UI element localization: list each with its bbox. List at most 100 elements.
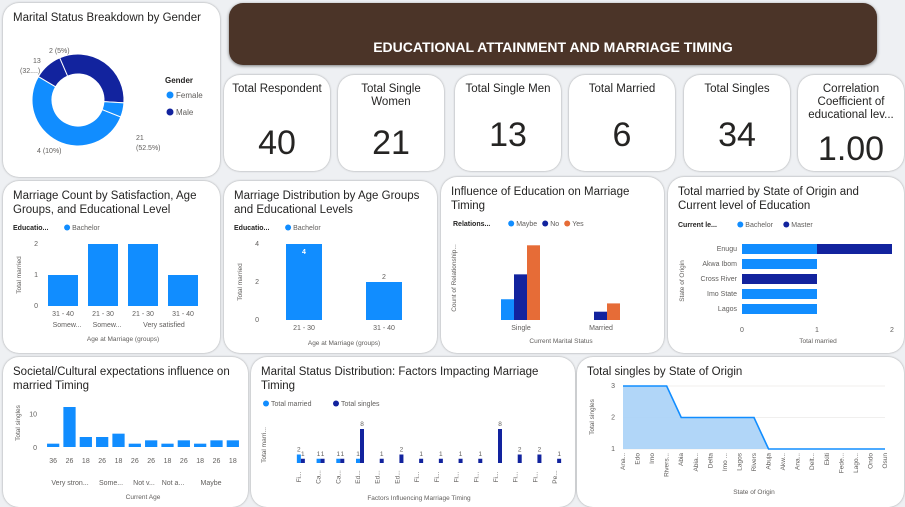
bar [112,433,125,447]
singles-state-card[interactable]: Total singles by State of Origin 1 2 3 Ana.… [577,357,904,507]
x-group-label: Maybe [200,480,221,487]
x-tick: Rivers [751,452,758,471]
bar [501,299,514,320]
data-label: 1 [321,451,325,458]
bar [226,440,239,447]
bar [742,304,817,314]
kpi-correlation[interactable]: Correlation Coefficient of educational l… [798,75,904,171]
data-label: 1 [439,451,443,458]
kpi-total-respondent[interactable]: Total Respondent 40 [224,75,330,171]
x-tick: Edo [635,453,642,465]
societal-title: Societal/Cultural expectations influence… [13,366,230,392]
factors-card[interactable]: Marital Status Distribution: Factors Imp… [251,357,575,507]
y-tick: 0 [33,445,37,452]
bar [379,458,384,463]
x-tick: Ekiti [824,453,831,465]
bar [194,443,207,447]
bar [742,289,817,299]
x-tick: 26 [180,458,188,465]
legend-marker [166,108,174,116]
x-tick: Ca... [316,470,323,484]
legend-title: Relations... [453,221,490,228]
x-tick: 18 [82,458,90,465]
satisfaction-card[interactable]: Marriage Count by Satisfaction, Age Grou… [3,181,220,353]
x-tick: Rivers... [664,453,671,477]
x-axis-label: Current Marital Status [529,338,593,345]
bar [79,437,92,447]
bar [360,429,364,463]
bar [88,244,118,306]
x-tick: Fi... [414,471,421,482]
x-tick: 18 [196,458,204,465]
bar [63,407,76,447]
distribution-title: Marriage Distribution by Age Groups and … [234,190,420,216]
kpi-label: Total Singles [704,83,770,95]
legend-title: Educatio... [13,225,48,232]
x-group-label: Not a... [162,480,185,487]
singles-state-title: Total singles by State of Origin [587,366,743,378]
x-tick: 26 [131,458,139,465]
legend-label: Female [176,91,203,100]
y-tick: Akwa Ibom [702,261,737,268]
kpi-total-singles[interactable]: Total Singles 34 [684,75,790,171]
x-tick: 36 [49,458,57,465]
factors-title: Marital Status Distribution: Factors Imp… [261,366,539,392]
donut-label: 4 (10%) [37,148,62,155]
bar [438,458,443,463]
y-tick: 1 [611,446,615,453]
kpi-value: 6 [612,116,632,154]
state-married-title: Total married by State of Origin and Cur… [678,186,859,212]
legend-title: Current le... [678,222,717,229]
x-axis-label: Factors Influencing Marriage Timing [367,495,471,502]
legend-marker [508,220,515,227]
bar [320,458,325,463]
data-label: 1 [557,451,561,458]
societal-card[interactable]: Societal/Cultural expectations influence… [3,357,248,507]
donut-title: Marital Status Breakdown by Gender [13,12,201,24]
legend-title: Educatio... [234,225,269,232]
bar [300,458,305,463]
influence-title: Influence of Education on Marriage Timin… [451,186,630,212]
data-label: 1 [340,451,344,458]
y-tick: Imo State [707,291,737,298]
bar [607,303,620,320]
kpi-total-single-men[interactable]: Total Single Men 13 [455,75,561,171]
x-tick: Abia [678,453,685,466]
bar [478,458,483,463]
bar [594,311,607,320]
bar [458,458,463,463]
x-group-label: Somew... [93,322,122,329]
x-tick: Fi... [532,471,539,482]
x-axis-label: Total married [799,338,837,345]
x-group-label: Very satisfied [143,322,185,329]
bar [96,437,109,447]
kpi-value: 40 [258,124,296,162]
y-tick: 0 [255,317,259,324]
satisfaction-title: Marriage Count by Satisfaction, Age Grou… [13,190,197,216]
x-tick: Imo [649,453,656,464]
legend-marker [285,224,292,231]
y-tick: 0 [34,303,38,310]
x-tick: Abuja [766,453,773,470]
kpi-total-single-women[interactable]: Total Single Women 21 [338,75,444,171]
state-married-card[interactable]: Total married by State of Origin and Cur… [668,177,904,353]
distribution-card[interactable]: Marriage Distribution by Age Groups and … [224,181,437,353]
x-tick: Delt... [809,453,816,470]
legend-label: Bachelor [745,222,773,229]
influence-card[interactable]: Influence of Education on Marriage Timin… [441,177,664,353]
data-label: 1 [301,451,305,458]
data-label: 2 [538,447,542,454]
y-axis-label: State of Origin [679,260,686,302]
donut-label: 21 [136,135,144,142]
legend-marker [263,400,269,407]
legend-label: Total singles [341,401,380,408]
y-tick: 2 [611,415,615,422]
y-axis-label: Total married [237,263,244,301]
donut-chart: 2 (5%) 13 (32....) 4 (10%) 21 (52.5%) Gender Fe… [20,48,203,155]
donut-card[interactable]: Marital Status Breakdown by Gender 2 (5%… [3,3,220,177]
kpi-total-married[interactable]: Total Married 6 [569,75,675,171]
kpi-label: Correlation Coefficient of educational l… [808,83,894,121]
x-tick: Married [589,325,613,332]
legend-marker [333,400,339,407]
x-group-label: Some... [99,480,123,487]
